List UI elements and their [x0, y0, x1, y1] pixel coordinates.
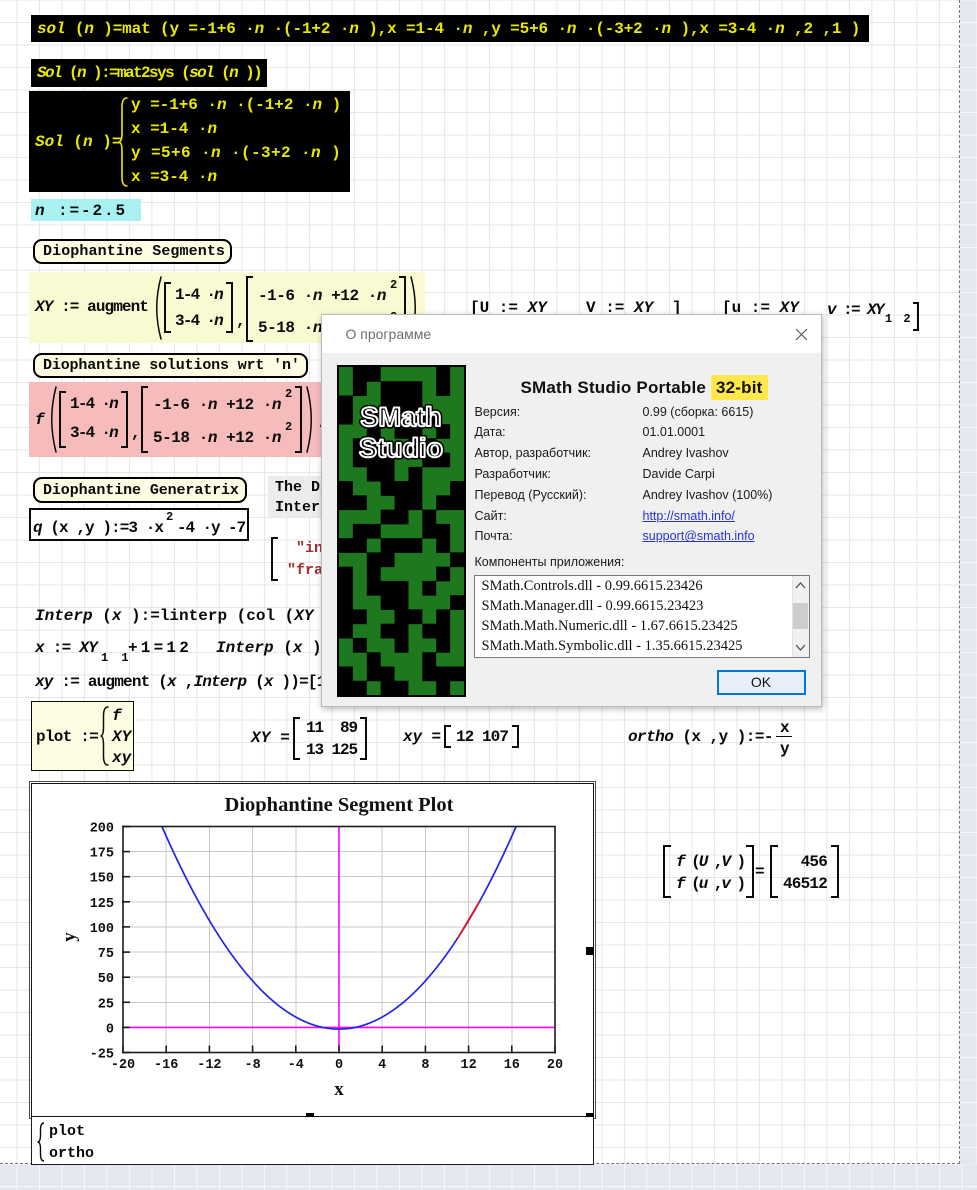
svg-text:-12: -12: [197, 1058, 221, 1073]
svg-text:12: 12: [460, 1058, 476, 1073]
svg-text:150: 150: [90, 872, 114, 887]
svg-text:Studio: Studio: [359, 433, 443, 463]
svg-text:-16: -16: [154, 1058, 178, 1073]
svg-text:4: 4: [378, 1058, 386, 1073]
svg-text:50: 50: [98, 972, 114, 987]
svg-text:125: 125: [90, 897, 114, 912]
svg-text:SMath: SMath: [361, 402, 442, 432]
svg-text:20: 20: [547, 1058, 563, 1073]
svg-text:-8: -8: [244, 1058, 260, 1073]
svg-text:Diophantine Segment Plot: Diophantine Segment Plot: [225, 794, 454, 816]
svg-text:-4: -4: [288, 1058, 304, 1073]
svg-text:16: 16: [504, 1058, 520, 1073]
svg-text:-20: -20: [111, 1058, 135, 1073]
svg-text:100: 100: [90, 922, 114, 937]
svg-text:75: 75: [98, 947, 114, 962]
svg-text:200: 200: [90, 822, 114, 837]
svg-text:0: 0: [106, 1022, 114, 1037]
svg-text:25: 25: [98, 997, 114, 1012]
svg-text:0: 0: [335, 1058, 343, 1073]
svg-text:x: x: [334, 1079, 344, 1100]
svg-text:8: 8: [421, 1058, 429, 1073]
svg-text:175: 175: [90, 847, 114, 862]
svg-text:y: y: [59, 932, 80, 942]
